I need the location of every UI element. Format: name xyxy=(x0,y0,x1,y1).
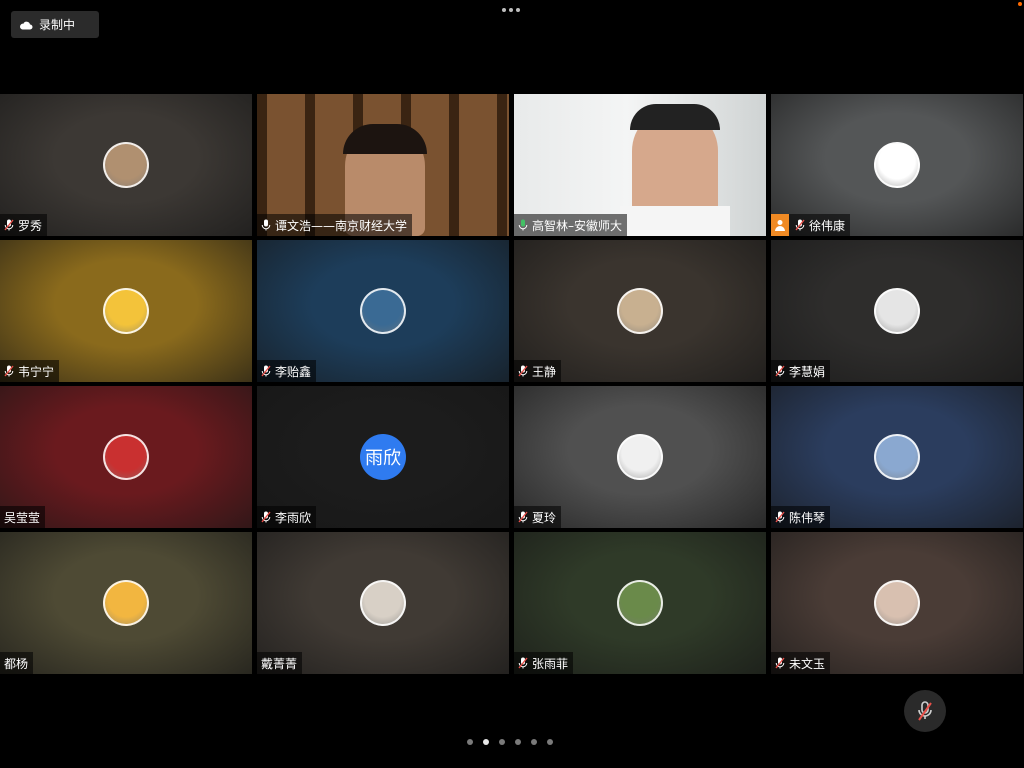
participant-name: 谭文浩——南京财经大学 xyxy=(275,218,408,233)
page-dot[interactable] xyxy=(467,739,473,745)
more-options-icon[interactable] xyxy=(502,8,520,12)
mic-muted-icon xyxy=(775,657,785,669)
avatar: 雨欣 xyxy=(360,434,406,480)
avatar xyxy=(874,142,920,188)
participant-name: 未文玉 xyxy=(789,656,826,671)
participant-tile[interactable]: 夏玲 xyxy=(514,386,766,528)
participant-name: 王静 xyxy=(532,364,557,379)
mic-muted-icon xyxy=(518,511,528,523)
mic-muted-icon xyxy=(4,219,14,231)
avatar xyxy=(874,288,920,334)
page-indicator[interactable] xyxy=(467,739,553,745)
participant-nameplate: 未文玉 xyxy=(771,652,831,674)
mic-muted-icon xyxy=(261,511,271,523)
participant-tile[interactable]: 李慧娟 xyxy=(771,240,1023,382)
participant-name: 罗秀 xyxy=(18,218,43,233)
participant-tile[interactable]: 高智林–安徽师大 xyxy=(514,94,766,236)
participant-tile[interactable]: 谭文浩——南京财经大学 xyxy=(257,94,509,236)
avatar xyxy=(360,288,406,334)
participant-tile[interactable]: 戴菁菁 xyxy=(257,532,509,674)
participant-tile[interactable]: 王静 xyxy=(514,240,766,382)
participant-name: 张雨菲 xyxy=(532,656,569,671)
participant-nameplate: 谭文浩——南京财经大学 xyxy=(257,214,413,236)
participant-name: 戴菁菁 xyxy=(261,656,298,671)
participant-name: 吴莹莹 xyxy=(4,510,41,525)
status-indicator xyxy=(1018,2,1022,6)
mic-icon xyxy=(261,219,271,231)
cloud-icon xyxy=(20,21,33,29)
avatar xyxy=(103,580,149,626)
page-dot[interactable] xyxy=(483,739,489,745)
participant-nameplate: 李贻鑫 xyxy=(257,360,317,382)
page-dot[interactable] xyxy=(515,739,521,745)
mic-muted-icon xyxy=(795,219,805,231)
participant-name: 李贻鑫 xyxy=(275,364,312,379)
participant-nameplate: 夏玲 xyxy=(514,506,562,528)
avatar xyxy=(874,434,920,480)
participant-tile[interactable]: 李贻鑫 xyxy=(257,240,509,382)
participant-tile[interactable]: 罗秀 xyxy=(0,94,252,236)
participant-name: 陈伟琴 xyxy=(789,510,826,525)
recording-label: 录制中 xyxy=(39,18,76,32)
mic-muted-icon xyxy=(918,701,932,721)
participant-tile[interactable]: 张雨菲 xyxy=(514,532,766,674)
mic-muted-icon xyxy=(261,365,271,377)
participant-tile[interactable]: 都杨 xyxy=(0,532,252,674)
recording-indicator[interactable]: 录制中 xyxy=(11,11,99,38)
participant-nameplate: 吴莹莹 xyxy=(0,506,46,528)
participant-name: 都杨 xyxy=(4,656,29,671)
participant-tile[interactable]: 雨欣李雨欣 xyxy=(257,386,509,528)
host-icon xyxy=(771,214,789,236)
mic-muted-icon xyxy=(775,365,785,377)
avatar xyxy=(103,288,149,334)
participant-nameplate: 陈伟琴 xyxy=(771,506,831,528)
participant-nameplate: 戴菁菁 xyxy=(257,652,303,674)
participant-nameplate: 张雨菲 xyxy=(514,652,574,674)
mic-muted-icon xyxy=(518,657,528,669)
participant-nameplate: 王静 xyxy=(514,360,562,382)
participant-tile[interactable]: 陈伟琴 xyxy=(771,386,1023,528)
mic-muted-icon xyxy=(518,365,528,377)
participant-tile[interactable]: 徐伟康 xyxy=(771,94,1023,236)
avatar xyxy=(617,288,663,334)
participant-name: 徐伟康 xyxy=(809,218,846,233)
avatar xyxy=(874,580,920,626)
participant-nameplate: 高智林–安徽师大 xyxy=(514,214,628,236)
participant-tile[interactable]: 吴莹莹 xyxy=(0,386,252,528)
participant-nameplate: 都杨 xyxy=(0,652,34,674)
participant-grid: 罗秀 谭文浩——南京财经大学 高智林–安徽师大 徐伟康韦宁宁 李贻鑫 王静 李慧娟吴莹莹 雨欣… xyxy=(0,94,1024,674)
mic-muted-icon xyxy=(4,365,14,377)
participant-name: 李雨欣 xyxy=(275,510,312,525)
participant-name: 高智林–安徽师大 xyxy=(532,218,623,233)
mic-muted-icon xyxy=(775,511,785,523)
avatar xyxy=(617,434,663,480)
page-dot[interactable] xyxy=(531,739,537,745)
participant-nameplate: 徐伟康 xyxy=(771,214,851,236)
mute-button[interactable] xyxy=(904,690,946,732)
participant-tile[interactable]: 韦宁宁 xyxy=(0,240,252,382)
avatar xyxy=(360,580,406,626)
participant-nameplate: 罗秀 xyxy=(0,214,48,236)
participant-nameplate: 韦宁宁 xyxy=(0,360,60,382)
avatar xyxy=(617,580,663,626)
participant-tile[interactable]: 未文玉 xyxy=(771,532,1023,674)
participant-nameplate: 李慧娟 xyxy=(771,360,831,382)
avatar xyxy=(103,434,149,480)
page-dot[interactable] xyxy=(499,739,505,745)
participant-name: 韦宁宁 xyxy=(18,364,55,379)
avatar xyxy=(103,142,149,188)
mic-active-icon xyxy=(518,219,528,231)
participant-name: 李慧娟 xyxy=(789,364,826,379)
page-dot[interactable] xyxy=(547,739,553,745)
participant-name: 夏玲 xyxy=(532,510,557,525)
participant-nameplate: 李雨欣 xyxy=(257,506,317,528)
